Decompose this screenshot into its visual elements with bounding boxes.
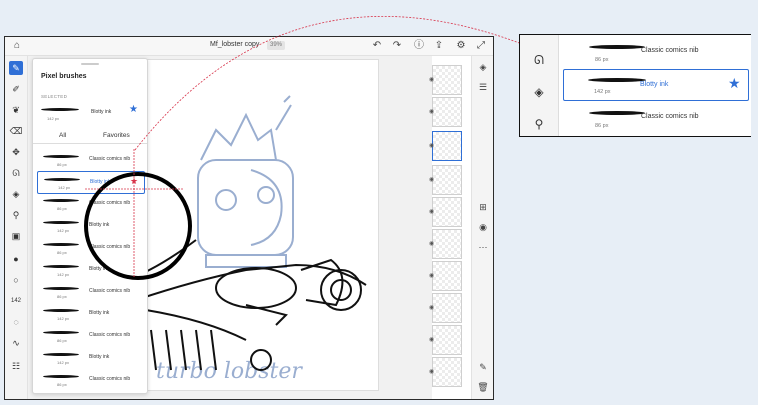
callout-brush-row: 86 px Classic comics nib: [561, 37, 747, 65]
callout-brush-row-selected: 142 px Blotty ink ★: [563, 69, 749, 101]
star-icon: ★: [728, 75, 741, 91]
callout-brush-list: 86 px Classic comics nib 142 px Blotty i…: [558, 35, 751, 136]
eyedropper-icon: ⚲: [534, 117, 544, 131]
zoom-callout: ᘏ ◈ ⚲ 86 px Classic comics nib 142 px Bl…: [519, 34, 751, 137]
lasso-icon: ᘏ: [534, 53, 544, 67]
callout-brush-row: 86 px Classic comics nib: [561, 103, 747, 131]
fill-icon: ◈: [534, 85, 544, 99]
